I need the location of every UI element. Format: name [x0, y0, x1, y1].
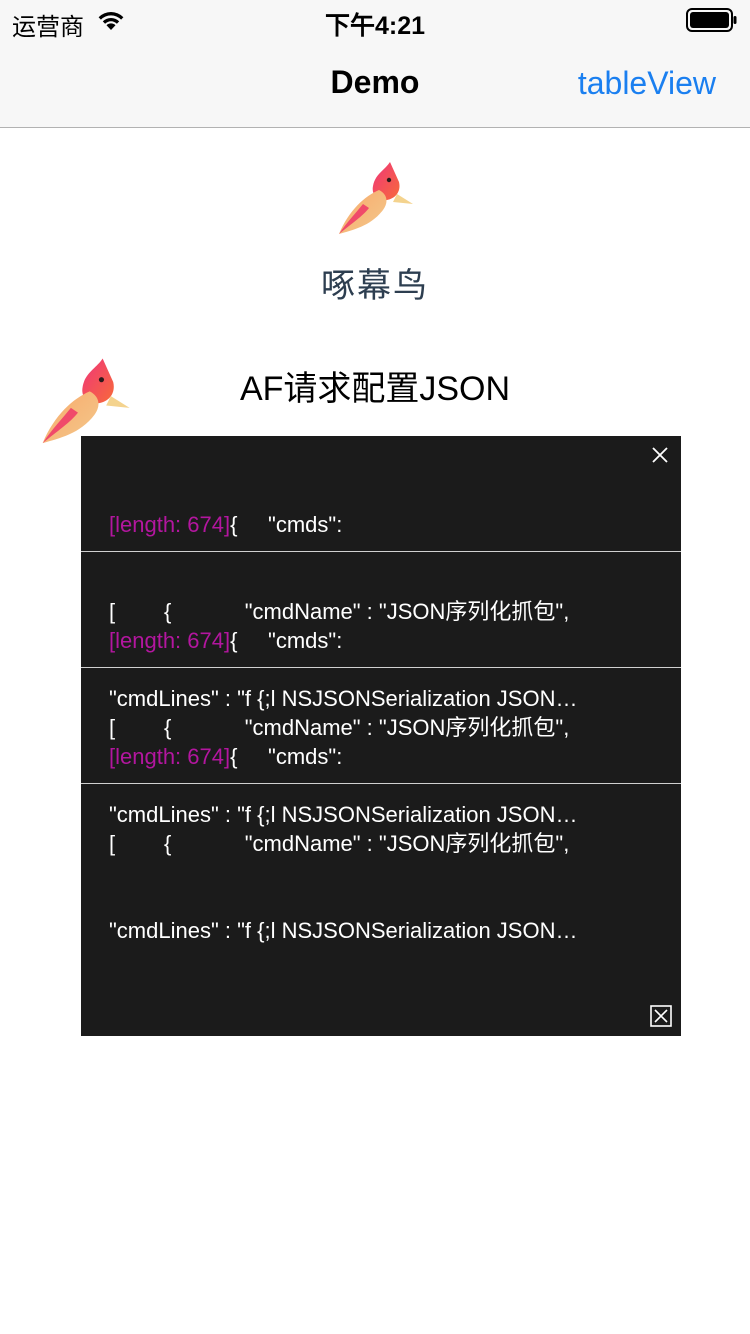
app-name: 啄幕鸟	[321, 267, 429, 305]
log-line: [ { "cmdName" : "JSON序列化抓包",	[109, 831, 570, 856]
navigation-bar: Demo tableView	[0, 40, 750, 128]
log-length-tag: [length: 674]	[109, 628, 231, 653]
log-text: [length: 674]{ "cmds": [ { "cmdName" : "…	[109, 684, 645, 1003]
tableview-button[interactable]: tableView	[578, 65, 716, 102]
log-item[interactable]: [length: 674]{ "cmds": [ { "cmdName" : "…	[81, 552, 681, 827]
log-length-tag: [length: 674]	[109, 744, 231, 769]
log-length-tag: [length: 674]	[109, 512, 231, 537]
battery-icon	[686, 8, 737, 32]
log-item[interactable]: [length: 674]{ "cmds": [ { "cmdName" : "…	[81, 436, 681, 711]
clear-box-icon[interactable]	[650, 1005, 672, 1027]
log-line: { "cmds":	[230, 512, 343, 537]
log-line: { "cmds":	[230, 628, 343, 653]
log-line: { "cmds":	[230, 744, 343, 769]
log-line: "cmdLines" : "f {;l NSJSONSerialization …	[109, 918, 578, 943]
close-icon[interactable]	[651, 446, 669, 464]
log-panel: [length: 674]{ "cmds": [ { "cmdName" : "…	[81, 436, 681, 1036]
status-time: 下午4:21	[324, 12, 426, 40]
status-bar: 运营商 下午4:21	[0, 0, 750, 41]
log-item[interactable]: [length: 674]{ "cmds": [ { "cmdName" : "…	[81, 668, 681, 943]
woodpecker-logo-icon	[339, 162, 413, 234]
section-title: AF请求配置JSON	[239, 370, 511, 408]
